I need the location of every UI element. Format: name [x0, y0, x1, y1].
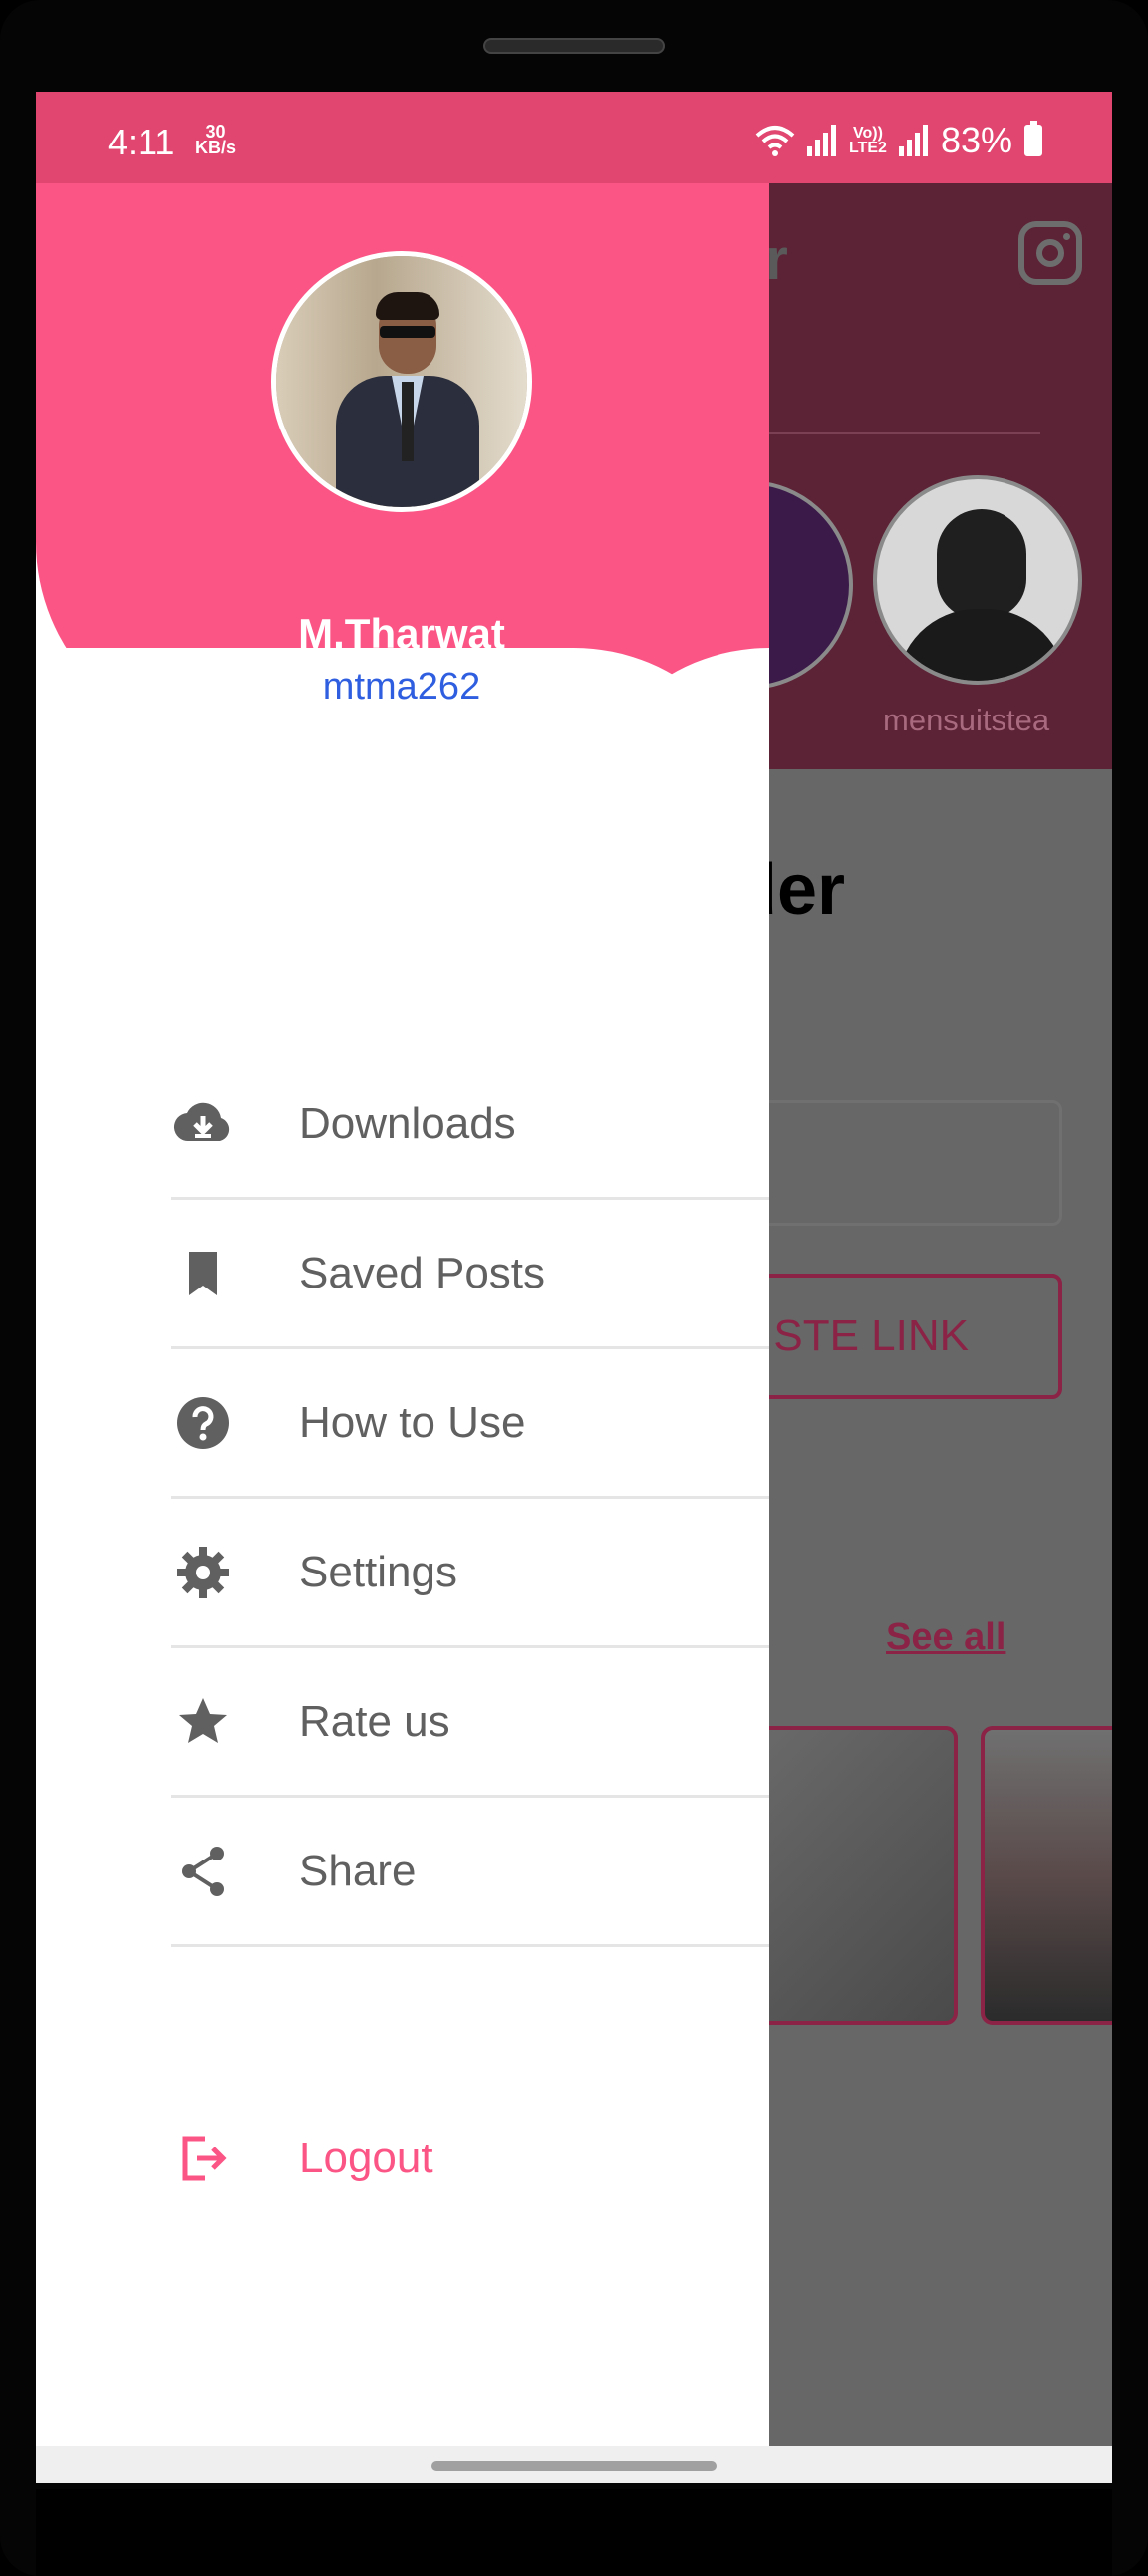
signal-icon — [807, 125, 836, 156]
status-bar: 4:11 30 KB/s Vo)) LTE2 83% — [36, 92, 1112, 183]
status-icons: Vo)) LTE2 83% — [755, 120, 1042, 161]
volte-indicator: Vo)) LTE2 — [849, 125, 887, 156]
screen: 4:11 30 KB/s Vo)) LTE2 83% mensuitstea d… — [36, 92, 1112, 2483]
menu-item-settings[interactable]: Settings — [171, 1499, 769, 1648]
cloud-download-icon — [171, 1092, 235, 1156]
story-avatar — [873, 475, 1082, 685]
avatar[interactable] — [271, 251, 532, 512]
help-circle-icon — [171, 1391, 235, 1455]
menu-item-rate-us[interactable]: Rate us — [171, 1648, 769, 1798]
battery-percent: 83% — [940, 120, 1012, 160]
user-name: M.Tharwat — [298, 610, 505, 657]
story-label: mensuitstea — [883, 703, 1050, 737]
wifi-icon — [755, 126, 795, 156]
bottom-bezel — [36, 2489, 1112, 2576]
background-thumbnail — [981, 1726, 1112, 2025]
bookmark-icon — [171, 1242, 235, 1305]
share-icon — [171, 1840, 235, 1903]
menu-item-how-to-use[interactable]: How to Use — [171, 1349, 769, 1499]
status-time: 4:11 — [108, 122, 175, 162]
menu-item-label: How to Use — [299, 1397, 526, 1447]
menu-item-label: Saved Posts — [299, 1248, 546, 1297]
logout-label: Logout — [299, 2134, 433, 2182]
menu-item-saved-posts[interactable]: Saved Posts — [171, 1200, 769, 1349]
logout-icon — [171, 2127, 235, 2190]
star-icon — [171, 1690, 235, 1754]
gear-icon — [171, 1541, 235, 1604]
menu-item-label: Settings — [299, 1547, 457, 1596]
network-speed-unit: KB/s — [195, 138, 237, 157]
phone-frame: 4:11 30 KB/s Vo)) LTE2 83% mensuitstea d… — [0, 0, 1148, 2576]
menu-item-share[interactable]: Share — [171, 1798, 769, 1947]
menu-item-label: Downloads — [299, 1098, 516, 1148]
menu-item-label: Rate us — [299, 1696, 450, 1746]
story-face — [937, 509, 1026, 619]
menu-item-downloads[interactable]: Downloads — [171, 1050, 769, 1200]
user-handle: mtma262 — [322, 666, 481, 708]
menu-item-label: Share — [299, 1846, 417, 1895]
earpiece-speaker — [483, 38, 665, 54]
lte-label: LTE2 — [849, 140, 887, 156]
volte-label: Vo)) — [853, 125, 883, 142]
navigation-drawer: M.Tharwat mtma262 Downloads Saved Posts — [36, 183, 769, 2446]
battery-icon — [1024, 121, 1042, 156]
drawer-menu: Downloads Saved Posts How to Use Setting… — [171, 1050, 769, 1947]
signal-2-icon — [898, 125, 928, 156]
instagram-icon — [1018, 221, 1082, 285]
background-see-all-link: See all — [886, 1616, 1006, 1658]
network-speed: 30 KB/s — [195, 123, 237, 157]
logout-button[interactable]: Logout — [171, 2127, 433, 2190]
story-body — [897, 609, 1066, 681]
home-indicator[interactable] — [431, 2461, 717, 2471]
